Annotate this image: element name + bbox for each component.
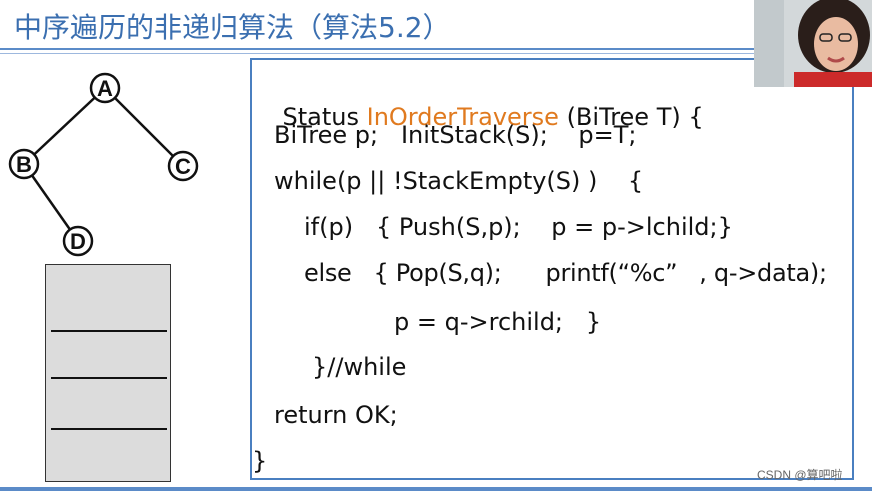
code-panel: Status InOrderTraverse (BiTree T) { BiTr… [250,58,854,480]
title-divider-thin [0,53,872,54]
code-line-2: BiTree p; InitStack(S); p=T; [274,121,637,149]
title-divider [0,48,872,50]
stack-slot-divider [51,330,167,332]
code-line-8: return OK; [274,401,398,429]
code-line-4: if(p) { Push(S,p); p = p->lchild;} [304,213,733,241]
code-line-7: }//while [312,353,407,381]
stack-slot-divider [51,428,167,430]
bottom-accent-bar [0,487,872,491]
edge-a-b [23,87,106,165]
tree-node-b-label: B [16,152,32,177]
presenter-video [754,0,872,87]
slide-title: 中序遍历的非递归算法（算法5.2） [14,11,451,44]
tree-node-c-label: C [175,154,191,179]
watermark: CSDN @算吧啦 [757,468,843,482]
stack-diagram [45,264,171,482]
webcam-overlay [754,0,872,87]
code-line-5: else { Pop(S,q); printf(“%c” , q->data); [304,259,827,287]
tree-node-a-label: A [97,76,113,101]
stack-slot-divider [51,377,167,379]
code-line-9: } [252,447,268,475]
code-line-6: p = q->rchild; } [394,308,602,336]
code-line-3: while(p || !StackEmpty(S) ) { [274,167,644,195]
tree-node-d-label: D [70,229,86,254]
binary-tree-diagram: A B C D [8,72,199,257]
edge-a-c [104,87,184,167]
